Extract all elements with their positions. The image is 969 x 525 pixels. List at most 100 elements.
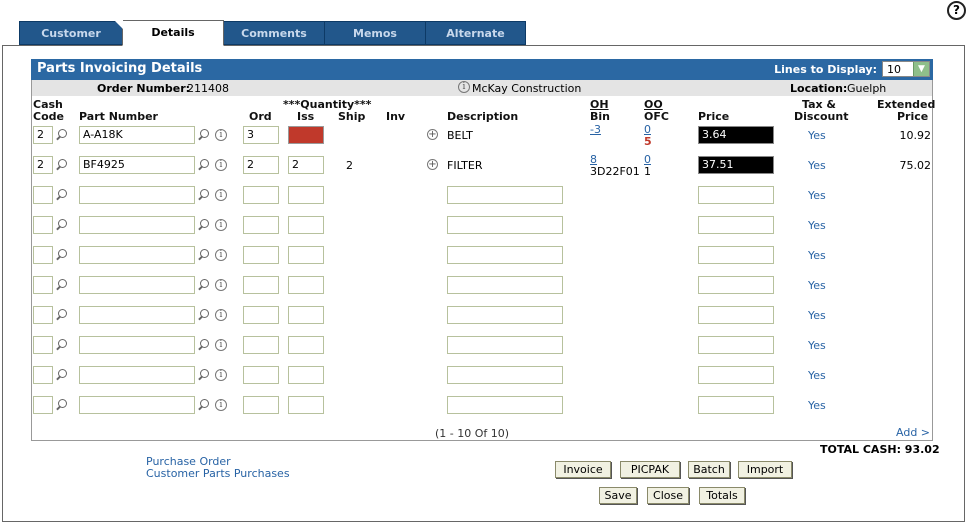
description-input[interactable]: [447, 306, 563, 324]
oh-link[interactable]: -3: [590, 123, 601, 136]
part-number-input[interactable]: BF4925: [79, 156, 195, 174]
cash-code-input[interactable]: 2: [33, 126, 53, 144]
info-icon[interactable]: i: [215, 399, 227, 411]
part-number-input[interactable]: [79, 276, 195, 294]
cash-code-input[interactable]: [33, 336, 53, 354]
magnifier-icon[interactable]: [58, 279, 67, 288]
qty-ord-input[interactable]: [243, 336, 279, 354]
customer-parts-purchases-link[interactable]: Customer Parts Purchases: [146, 467, 290, 480]
qty-iss-input[interactable]: [288, 186, 324, 204]
qty-iss-input[interactable]: [288, 126, 324, 144]
description-input[interactable]: [447, 276, 563, 294]
qty-iss-input[interactable]: [288, 216, 324, 234]
tax-discount-link[interactable]: Yes: [808, 159, 826, 172]
qty-iss-input[interactable]: [288, 396, 324, 414]
magnifier-icon[interactable]: [58, 249, 67, 258]
magnifier-icon[interactable]: [200, 249, 209, 258]
price-input[interactable]: [698, 396, 774, 414]
qty-ord-input[interactable]: [243, 246, 279, 264]
info-icon[interactable]: i: [215, 279, 227, 291]
description-input[interactable]: [447, 336, 563, 354]
cash-code-input[interactable]: [33, 366, 53, 384]
qty-iss-input[interactable]: 2: [288, 156, 324, 174]
price-input[interactable]: 3.64: [698, 126, 774, 144]
invoice-button[interactable]: Invoice: [555, 461, 611, 478]
tax-discount-link[interactable]: Yes: [808, 129, 826, 142]
part-number-input[interactable]: [79, 246, 195, 264]
tax-discount-link[interactable]: Yes: [808, 339, 826, 352]
tax-discount-link[interactable]: Yes: [808, 279, 826, 292]
magnifier-icon[interactable]: [58, 399, 67, 408]
info-icon[interactable]: i: [215, 309, 227, 321]
tax-discount-link[interactable]: Yes: [808, 369, 826, 382]
description-input[interactable]: [447, 396, 563, 414]
qty-iss-input[interactable]: [288, 306, 324, 324]
magnifier-icon[interactable]: [200, 219, 209, 228]
add-link[interactable]: Add >: [896, 426, 930, 439]
qty-ord-input[interactable]: [243, 396, 279, 414]
info-icon[interactable]: i: [215, 219, 227, 231]
magnifier-icon[interactable]: [58, 309, 67, 318]
save-button[interactable]: Save: [599, 487, 637, 504]
qty-iss-input[interactable]: [288, 336, 324, 354]
part-number-input[interactable]: [79, 186, 195, 204]
plus-circle-icon[interactable]: +: [427, 159, 438, 170]
qty-iss-input[interactable]: [288, 246, 324, 264]
info-icon[interactable]: i: [215, 159, 227, 171]
lines-to-display-select[interactable]: 10 ▼: [882, 61, 930, 77]
cash-code-input[interactable]: [33, 306, 53, 324]
tab-customer[interactable]: Customer: [19, 21, 123, 45]
tab-comments[interactable]: Comments: [223, 21, 325, 45]
qty-ord-input[interactable]: 3: [243, 126, 279, 144]
tab-alternate-charge[interactable]: Alternate Charge: [425, 21, 526, 63]
info-icon[interactable]: i: [215, 339, 227, 351]
price-input[interactable]: [698, 336, 774, 354]
part-number-input[interactable]: [79, 336, 195, 354]
price-input[interactable]: [698, 306, 774, 324]
cash-code-input[interactable]: 2: [33, 156, 53, 174]
part-number-input[interactable]: [79, 366, 195, 384]
part-number-input[interactable]: [79, 396, 195, 414]
description-input[interactable]: [447, 366, 563, 384]
qty-ord-input[interactable]: 2: [243, 156, 279, 174]
magnifier-icon[interactable]: [58, 159, 67, 168]
qty-ord-input[interactable]: [243, 216, 279, 234]
price-input[interactable]: [698, 366, 774, 384]
tab-memos[interactable]: Memos: [324, 21, 426, 45]
tax-discount-link[interactable]: Yes: [808, 249, 826, 262]
tax-discount-link[interactable]: Yes: [808, 309, 826, 322]
part-number-input[interactable]: A-A18K: [79, 126, 195, 144]
cash-code-input[interactable]: [33, 246, 53, 264]
info-icon[interactable]: i: [215, 129, 227, 141]
magnifier-icon[interactable]: [58, 369, 67, 378]
qty-iss-input[interactable]: [288, 276, 324, 294]
picpak-button[interactable]: PICPAK: [620, 461, 680, 478]
magnifier-icon[interactable]: [58, 339, 67, 348]
cash-code-input[interactable]: [33, 276, 53, 294]
magnifier-icon[interactable]: [200, 279, 209, 288]
tax-discount-link[interactable]: Yes: [808, 189, 826, 202]
magnifier-icon[interactable]: [200, 369, 209, 378]
magnifier-icon[interactable]: [200, 129, 209, 138]
magnifier-icon[interactable]: [200, 189, 209, 198]
qty-ord-input[interactable]: [243, 366, 279, 384]
cash-code-input[interactable]: [33, 216, 53, 234]
price-input[interactable]: 37.51: [698, 156, 774, 174]
info-icon[interactable]: i: [215, 249, 227, 261]
description-input[interactable]: [447, 216, 563, 234]
qty-ord-input[interactable]: [243, 276, 279, 294]
magnifier-icon[interactable]: [58, 189, 67, 198]
magnifier-icon[interactable]: [58, 219, 67, 228]
price-input[interactable]: [698, 246, 774, 264]
magnifier-icon[interactable]: [200, 159, 209, 168]
price-input[interactable]: [698, 276, 774, 294]
description-input[interactable]: [447, 246, 563, 264]
tab-details[interactable]: Details: [122, 20, 224, 46]
batch-button[interactable]: Batch: [688, 461, 730, 478]
info-icon[interactable]: i: [215, 369, 227, 381]
magnifier-icon[interactable]: [200, 339, 209, 348]
totals-button[interactable]: Totals: [699, 487, 745, 504]
plus-circle-icon[interactable]: +: [427, 129, 438, 140]
info-icon[interactable]: i: [215, 189, 227, 201]
qty-ord-input[interactable]: [243, 186, 279, 204]
